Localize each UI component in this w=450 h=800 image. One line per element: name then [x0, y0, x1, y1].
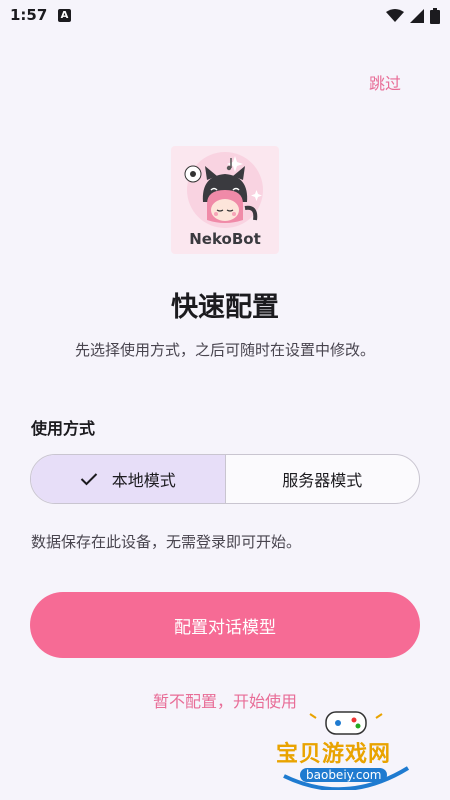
- watermark-logo: 宝贝游戏网 baobeiy.com: [272, 706, 420, 790]
- page-subtitle: 先选择使用方式，之后可随时在设置中修改。: [74, 341, 375, 359]
- status-icons: [386, 8, 440, 24]
- cellular-icon: [410, 9, 424, 23]
- watermark-text: 宝贝游戏网: [276, 742, 392, 767]
- nekobot-mascot-image: NekoBot: [184, 152, 263, 248]
- app-logo: NekoBot: [171, 146, 279, 254]
- status-time: 1:57: [10, 6, 48, 24]
- mode-server-label: 服务器模式: [282, 471, 363, 490]
- page-title: 快速配置: [171, 292, 279, 323]
- wifi-icon: [386, 9, 404, 22]
- mode-local-button[interactable]: 本地模式: [31, 455, 226, 503]
- skip-button[interactable]: 跳过: [369, 70, 401, 94]
- mode-server-button[interactable]: 服务器模式: [226, 455, 420, 503]
- battery-icon: [430, 8, 440, 24]
- configure-model-label: 配置对话模型: [174, 617, 276, 638]
- app-notification-icon: A: [58, 9, 71, 22]
- watermark-url: baobeiy.com: [300, 768, 388, 782]
- mode-segmented-control: 本地模式 服务器模式: [30, 454, 420, 504]
- status-bar: 1:57 A: [0, 0, 450, 32]
- logo-brand-text: NekoBot: [189, 230, 261, 248]
- check-icon: [80, 472, 98, 486]
- mode-local-label: 本地模式: [111, 471, 176, 490]
- mode-hint-text: 数据保存在此设备，无需登录即可开始。: [31, 533, 302, 551]
- configure-model-button[interactable]: 配置对话模型: [30, 592, 420, 658]
- mode-section-label: 使用方式: [31, 419, 96, 438]
